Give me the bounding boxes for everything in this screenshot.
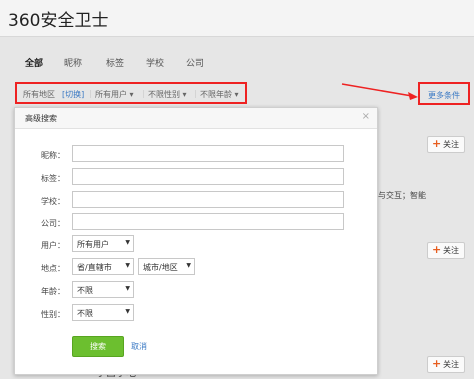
school-label: 学校： xyxy=(41,197,65,206)
annotation-arrow-icon xyxy=(341,83,418,100)
chevron-down-icon: ▼ xyxy=(125,262,130,269)
divider: | xyxy=(89,89,92,98)
company-label: 公司： xyxy=(41,219,65,228)
search-query[interactable]: 360安全卫士 xyxy=(8,6,108,31)
tab-company[interactable]: 公司 xyxy=(186,56,204,69)
gender-select[interactable]: 不限 ▼ xyxy=(72,304,134,321)
chevron-down-icon: ▼ xyxy=(125,239,130,246)
plus-icon: + xyxy=(432,243,442,256)
age-label: 年龄： xyxy=(41,287,65,296)
advanced-search-dialog: 高级搜索 × 昵称： 标签： 学校： 公司： 用户： 所有用户 ▼ 地点： 省/… xyxy=(14,107,378,375)
company-field[interactable] xyxy=(72,213,344,230)
gender-label: 性别： xyxy=(41,310,65,319)
dialog-header: 高级搜索 × xyxy=(15,108,377,129)
follow-button[interactable]: + 关注 xyxy=(427,242,465,259)
more-conditions-label: 更多条件 xyxy=(428,91,460,100)
tab-tag[interactable]: 标签 xyxy=(106,56,124,69)
tag-field[interactable] xyxy=(72,168,344,185)
tab-nickname[interactable]: 昵称 xyxy=(64,56,82,69)
plus-icon: + xyxy=(432,357,442,370)
divider: | xyxy=(142,89,145,98)
age-select[interactable]: 不限 ▼ xyxy=(72,281,134,298)
user-type-select[interactable]: 所有用户 ▼ xyxy=(72,235,134,252)
follow-button[interactable]: + 关注 xyxy=(427,356,465,373)
result-snippet: 与交互；智能 xyxy=(378,191,426,200)
filter-gender[interactable]: 不限性别 ▾ xyxy=(148,89,187,100)
dialog-title: 高级搜索 xyxy=(25,114,57,123)
chevron-down-icon: ▼ xyxy=(186,262,191,269)
filter-age[interactable]: 不限年龄 ▾ xyxy=(200,89,239,100)
search-button[interactable]: 搜索 xyxy=(72,336,124,357)
cancel-link[interactable]: 取消 xyxy=(131,341,147,352)
result-tabs: 全部 昵称 标签 学校 公司 xyxy=(0,48,474,72)
divider: | xyxy=(194,89,197,98)
city-select[interactable]: 城市/地区 ▼ xyxy=(138,258,195,275)
province-select[interactable]: 省/直辖市 ▼ xyxy=(72,258,134,275)
location-label: 地点： xyxy=(41,264,65,273)
user-label: 用户： xyxy=(41,241,65,250)
more-conditions-button[interactable]: 更多条件 xyxy=(418,82,470,105)
close-icon[interactable]: × xyxy=(362,111,370,122)
chevron-down-icon: ▼ xyxy=(125,285,130,292)
school-field[interactable] xyxy=(72,191,344,208)
nickname-field[interactable] xyxy=(72,145,344,162)
filter-switch-link[interactable]: [切换] xyxy=(62,89,84,100)
filter-all-regions: 所有地区 xyxy=(23,90,55,99)
tag-label: 标签： xyxy=(41,174,65,183)
search-bar[interactable]: 360安全卫士 xyxy=(0,0,474,37)
plus-icon: + xyxy=(432,137,442,150)
nickname-label: 昵称： xyxy=(41,151,65,160)
filter-row: 所有地区 [切换] | 所有用户 ▾ | 不限性别 ▾ | 不限年龄 ▾ xyxy=(15,82,247,104)
chevron-down-icon: ▼ xyxy=(125,308,130,315)
follow-button[interactable]: + 关注 xyxy=(427,136,465,153)
tab-all[interactable]: 全部 xyxy=(25,56,43,69)
tab-school[interactable]: 学校 xyxy=(146,56,164,69)
filter-all-users[interactable]: 所有用户 ▾ xyxy=(95,89,134,100)
